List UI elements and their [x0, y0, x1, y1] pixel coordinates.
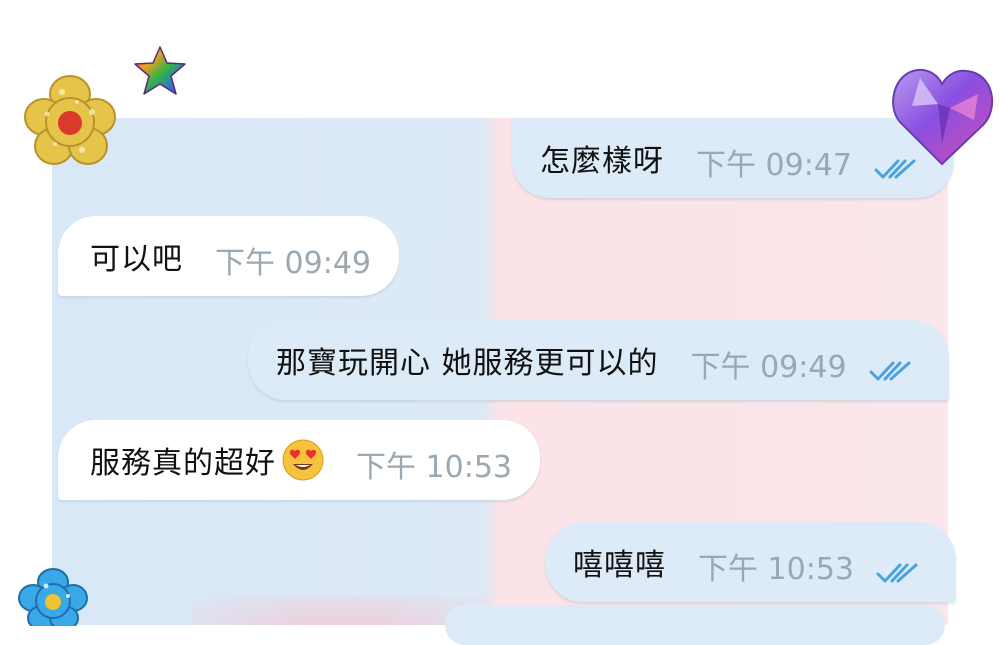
message-bubble-outgoing[interactable]: 怎麼樣呀 下午 09:47 — [512, 118, 954, 198]
message-text: 服務真的超好 — [90, 446, 276, 481]
rainbow-star-sticker-icon — [134, 46, 186, 95]
message-time: 下午 09:47 — [696, 148, 852, 183]
message-time: 下午 10:53 — [698, 552, 854, 587]
message-text: 嘻嘻嘻 — [573, 548, 666, 583]
message-bubble-incoming[interactable]: 可以吧 下午 09:49 — [58, 216, 399, 296]
purple-heart-gem-sticker-icon — [892, 68, 993, 166]
double-check-icon — [876, 563, 918, 583]
heart-eyes-emoji-icon — [282, 439, 324, 481]
blue-flower-sticker-icon — [18, 568, 88, 626]
message-bubble-incoming[interactable]: 服務真的超好 下午 10:53 — [58, 420, 540, 500]
message-text: 那寶玩開心 她服務更可以的 — [276, 346, 659, 381]
gold-flower-sticker-icon — [24, 75, 116, 165]
double-check-icon — [869, 361, 911, 381]
message-bubble-outgoing[interactable]: 那寶玩開心 她服務更可以的 下午 09:49 — [248, 320, 949, 400]
message-time: 下午 10:53 — [356, 450, 512, 485]
message-time: 下午 09:49 — [690, 350, 847, 385]
message-bubble-outgoing-partial[interactable] — [445, 605, 945, 645]
message-bubble-outgoing[interactable]: 嘻嘻嘻 下午 10:53 — [545, 522, 956, 602]
message-text: 可以吧 — [90, 242, 183, 277]
message-text: 怎麼樣呀 — [540, 144, 664, 179]
message-time: 下午 09:49 — [215, 246, 371, 281]
